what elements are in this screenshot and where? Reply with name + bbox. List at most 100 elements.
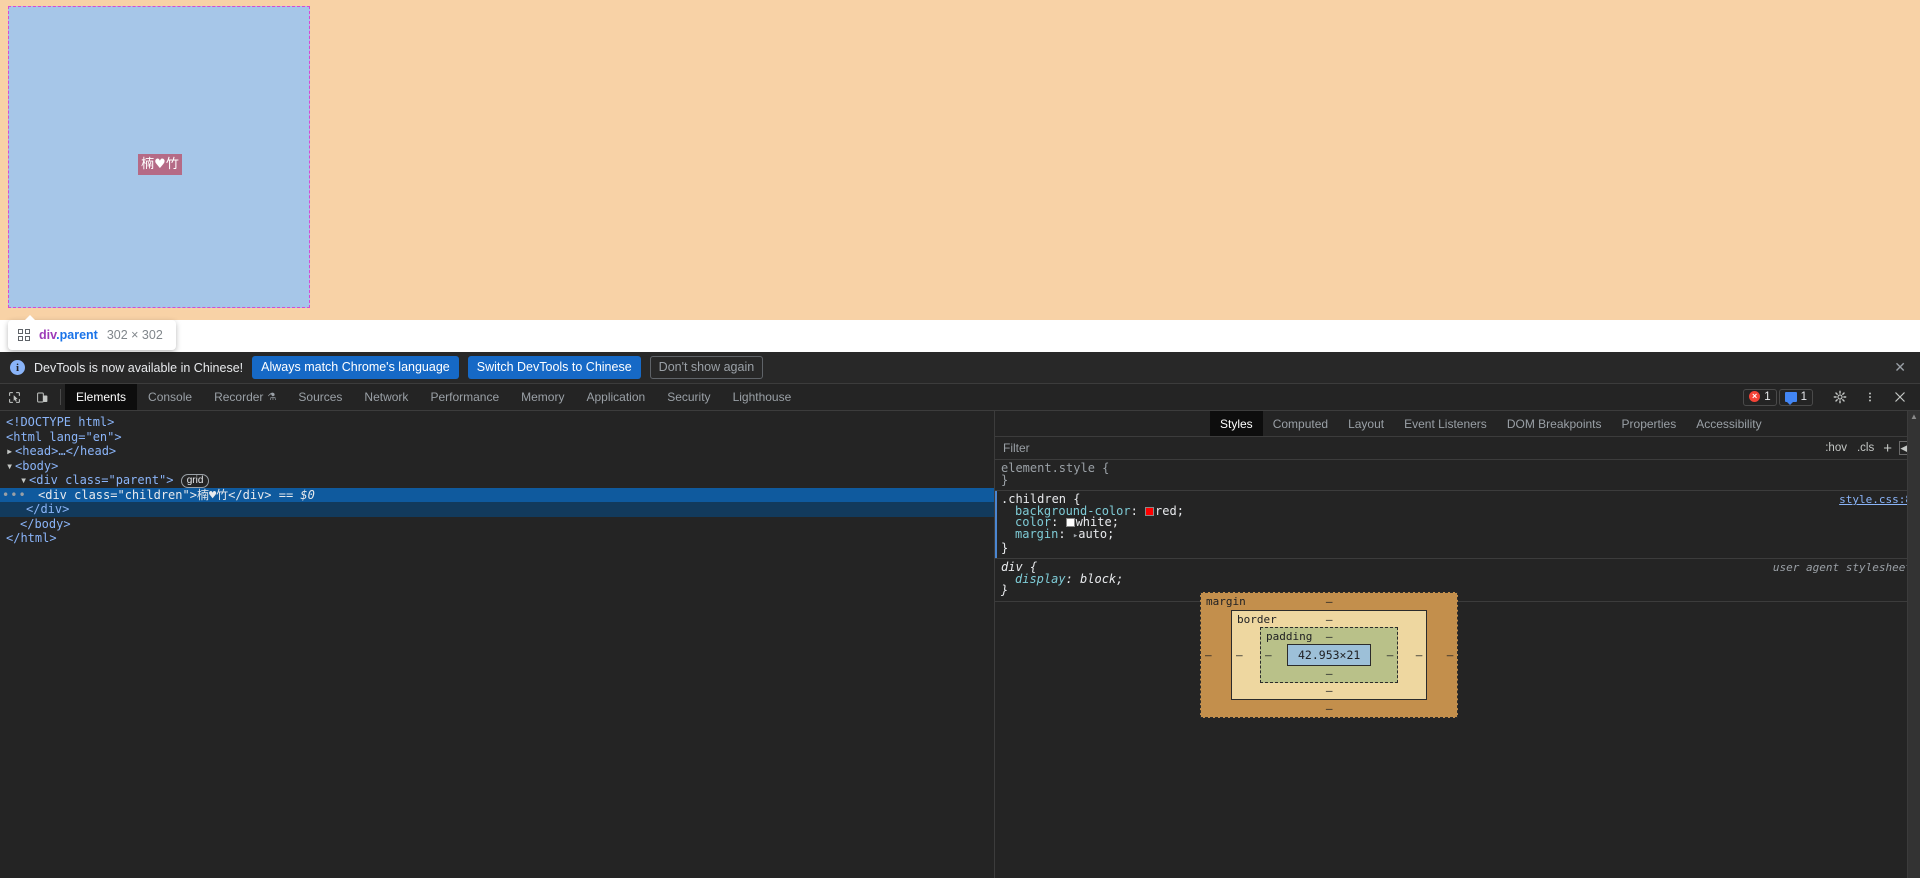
tab-accessibility[interactable]: Accessibility	[1686, 411, 1771, 436]
more-options-ellipsis[interactable]: •••	[2, 488, 27, 503]
dom-line-body-open[interactable]: ▾ <body>	[0, 459, 994, 474]
property-name[interactable]: margin	[1015, 527, 1058, 541]
grid-badge[interactable]: grid	[180, 474, 210, 488]
margin-right-value[interactable]: –	[1447, 649, 1454, 662]
tab-event-listeners[interactable]: Event Listeners	[1394, 411, 1497, 436]
padding-right-value[interactable]: –	[1387, 649, 1394, 662]
filter-input[interactable]	[995, 437, 1821, 459]
declaration-background-color[interactable]: background-color: red;	[1001, 503, 1920, 518]
notification-text: DevTools is now available in Chinese!	[34, 360, 244, 375]
parent-open-text: <div class="parent">	[29, 473, 174, 487]
dom-line-doctype[interactable]: <!DOCTYPE html>	[0, 415, 994, 430]
padding-left-value[interactable]: –	[1265, 649, 1272, 662]
body-open-text: <body>	[15, 458, 59, 473]
box-model-padding[interactable]: padding – – – – 42.953×21	[1260, 627, 1399, 683]
dom-line-div-close[interactable]: </div>	[0, 502, 994, 517]
tab-console[interactable]: Console	[137, 384, 203, 410]
stab-label: Event Listeners	[1404, 416, 1487, 431]
margin-bottom-value[interactable]: –	[1326, 702, 1333, 715]
tab-layout[interactable]: Layout	[1338, 411, 1394, 436]
switch-to-chinese-button[interactable]: Switch DevTools to Chinese	[467, 356, 641, 379]
close-icon[interactable]	[1886, 391, 1914, 403]
stab-label: Layout	[1348, 416, 1385, 431]
declaration-margin[interactable]: margin: ▸auto;	[1001, 526, 1920, 543]
property-value[interactable]: auto	[1078, 527, 1107, 541]
dom-line-html-close[interactable]: </html>	[0, 531, 994, 546]
rule-selector[interactable]: element.style	[1001, 461, 1095, 475]
tooltip-class: .parent	[56, 328, 98, 342]
border-bottom-value[interactable]: –	[1326, 684, 1333, 697]
margin-top-value[interactable]: –	[1326, 595, 1333, 608]
parent-grid-element[interactable]: 楠♥竹	[8, 6, 310, 308]
property-value[interactable]: red	[1155, 504, 1177, 518]
color-swatch-red[interactable]	[1145, 506, 1155, 516]
devtools-tabstrip: Elements Console Recorder ⚗ Sources Netwo…	[0, 384, 1920, 411]
dont-show-again-button[interactable]: Don't show again	[649, 356, 764, 379]
rule-source-link[interactable]: style.css:8	[1839, 494, 1912, 506]
margin-left-value[interactable]: –	[1205, 649, 1212, 662]
dom-line-head[interactable]: ▸ <head>…</head>	[0, 444, 994, 459]
styles-scrollbar[interactable]: ▲	[1907, 411, 1920, 878]
border-right-value[interactable]: –	[1416, 649, 1423, 662]
inspect-element-icon[interactable]	[0, 384, 28, 410]
tab-network[interactable]: Network	[353, 384, 419, 410]
declaration-color[interactable]: color: white;	[1001, 516, 1920, 529]
tab-properties[interactable]: Properties	[1612, 411, 1687, 436]
rule-header: element.style {	[1001, 461, 1920, 475]
new-style-rule-button[interactable]: +	[1879, 441, 1896, 456]
tab-styles[interactable]: Styles	[1210, 411, 1263, 436]
border-top-value[interactable]: –	[1326, 613, 1333, 626]
styles-tabstrip: Styles Computed Layout Event Listeners D…	[995, 411, 1920, 437]
declaration-display: display: block;	[1001, 573, 1920, 586]
tab-label: Memory	[521, 390, 565, 404]
body-close-text: </body>	[20, 516, 71, 531]
box-model-content-size[interactable]: 42.953×21	[1287, 644, 1372, 666]
tab-elements[interactable]: Elements	[65, 384, 138, 410]
notification-close-icon[interactable]: ✕	[1888, 359, 1912, 376]
always-match-language-button[interactable]: Always match Chrome's language	[252, 356, 459, 379]
message-count-badge[interactable]: 1	[1778, 388, 1813, 406]
children-node-text: <div class="children">楠♥竹</div>	[38, 487, 272, 502]
hov-toggle-button[interactable]: :hov	[1820, 442, 1852, 454]
dom-line-html-open[interactable]: <html lang="en">	[0, 430, 994, 445]
padding-bottom-value[interactable]: –	[1326, 667, 1333, 680]
dom-line-parent-open[interactable]: ▾ <div class="parent"> grid	[0, 473, 994, 488]
colon: :	[1058, 526, 1073, 541]
gear-icon[interactable]	[1826, 390, 1854, 404]
error-count-badge[interactable]: × 1	[1743, 388, 1777, 406]
padding-top-value[interactable]: –	[1326, 630, 1333, 643]
tab-application[interactable]: Application	[575, 384, 656, 410]
expand-triangle-icon[interactable]: ▸	[6, 444, 15, 459]
dom-line-body-close[interactable]: </body>	[0, 517, 994, 532]
children-element[interactable]: 楠♥竹	[138, 154, 182, 175]
page-viewport: 楠♥竹	[0, 0, 1920, 320]
colon: :	[1130, 503, 1146, 518]
box-model-border[interactable]: border – – – – padding – – – – 42.953×21	[1231, 610, 1428, 700]
collapse-triangle-icon[interactable]: ▾	[20, 473, 29, 488]
tab-recorder[interactable]: Recorder ⚗	[203, 384, 287, 410]
css-rule-children[interactable]: style.css:8 .children { background-color…	[995, 491, 1920, 560]
dom-tree-panel[interactable]: <!DOCTYPE html> <html lang="en"> ▸ <head>…	[0, 411, 995, 878]
cls-toggle-button[interactable]: .cls	[1852, 442, 1879, 454]
rule-source-ua: user agent stylesheet	[1772, 561, 1912, 575]
box-model-margin[interactable]: margin – – – – border – – – – padding –	[1200, 592, 1459, 718]
device-toolbar-icon[interactable]	[28, 384, 56, 410]
tab-label: Application	[586, 390, 646, 404]
tab-computed[interactable]: Computed	[1263, 411, 1338, 436]
tab-lighthouse[interactable]: Lighthouse	[722, 384, 803, 410]
collapse-triangle-icon[interactable]: ▾	[6, 459, 15, 474]
border-left-value[interactable]: –	[1236, 649, 1243, 662]
scroll-up-arrow-icon[interactable]: ▲	[1908, 411, 1920, 423]
tab-dom-breakpoints[interactable]: DOM Breakpoints	[1497, 411, 1612, 436]
tab-sources[interactable]: Sources	[287, 384, 353, 410]
kebab-menu-icon[interactable]	[1856, 390, 1884, 404]
tab-security[interactable]: Security	[656, 384, 721, 410]
dom-line-children-selected[interactable]: ••• <div class="children">楠♥竹</div> == $0	[0, 487, 994, 503]
margin-label: margin	[1206, 595, 1246, 608]
semicolon: ;	[1176, 503, 1184, 518]
tab-performance[interactable]: Performance	[419, 384, 510, 410]
flask-icon: ⚗	[267, 391, 277, 403]
tab-memory[interactable]: Memory	[510, 384, 575, 410]
styles-panel: Styles Computed Layout Event Listeners D…	[995, 411, 1920, 878]
css-rule-element-style[interactable]: element.style { }	[995, 460, 1920, 492]
